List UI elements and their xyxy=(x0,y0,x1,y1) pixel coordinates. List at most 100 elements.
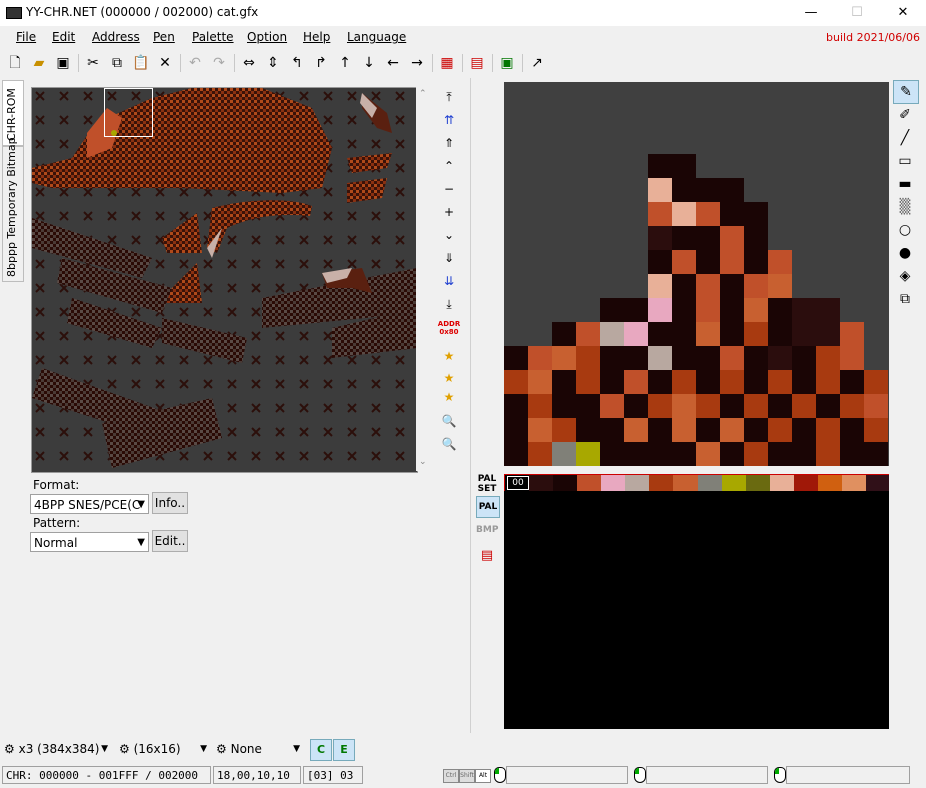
palette-swatch[interactable] xyxy=(841,475,866,491)
save-icon[interactable]: ▣ xyxy=(52,52,74,74)
ellipse-tool-icon[interactable]: ○ xyxy=(893,219,917,241)
palette-swatch[interactable] xyxy=(649,475,674,491)
paste-icon[interactable]: 📋 xyxy=(130,52,152,74)
pattern-fill-tool-icon[interactable]: ▒ xyxy=(893,196,917,218)
flip-vertical-icon[interactable]: ⇕ xyxy=(262,52,284,74)
menu-option[interactable]: Option xyxy=(247,30,287,44)
shift-up-icon[interactable]: ↑ xyxy=(334,52,356,74)
page-up-icon[interactable]: ⇑ xyxy=(437,132,461,154)
palette-swatch[interactable] xyxy=(577,475,602,491)
palette-swatch[interactable] xyxy=(529,475,554,491)
pattern-select[interactable]: Normal ▼ xyxy=(30,532,149,552)
byte-up-icon[interactable]: − xyxy=(437,178,461,200)
save-palette-icon[interactable]: ▣ xyxy=(496,52,518,74)
shift-right-icon[interactable]: → xyxy=(406,52,428,74)
palette-swatch[interactable] xyxy=(793,475,818,491)
palette-swatch[interactable] xyxy=(601,475,626,491)
menu-address[interactable]: Address xyxy=(92,30,140,44)
menu-palette[interactable]: Palette xyxy=(192,30,234,44)
close-button[interactable]: ✕ xyxy=(880,0,926,26)
palette-swatch[interactable] xyxy=(745,475,770,491)
open-folder-icon[interactable]: ▰ xyxy=(28,52,50,74)
bitmap-mode-button[interactable]: BMP xyxy=(476,520,498,540)
tile-pixel xyxy=(696,154,720,178)
goto-bottom-icon[interactable]: ⤓ xyxy=(437,293,461,315)
menu-edit[interactable]: Edit xyxy=(52,30,75,44)
minimize-button[interactable]: — xyxy=(788,0,834,26)
grid-select[interactable]: ⚙ (16x16) ▼ xyxy=(119,739,207,759)
pen-tool-icon[interactable]: ✎ xyxy=(893,80,919,104)
zoom-out-icon[interactable]: 🔍 xyxy=(437,433,461,455)
palette-strip[interactable]: 00 xyxy=(504,474,891,492)
palette-edit-icon[interactable]: ▤ xyxy=(476,546,498,566)
row-down-icon[interactable]: ⌄ xyxy=(437,224,461,246)
palette-swatch[interactable] xyxy=(721,475,746,491)
page-up-fast-icon[interactable]: ⇈ xyxy=(437,109,461,131)
bookmark-next-icon[interactable]: ★ xyxy=(437,386,461,408)
palette-edit-icon[interactable]: ▤ xyxy=(466,52,488,74)
menu-language[interactable]: Language xyxy=(347,30,406,44)
chr-view[interactable] xyxy=(31,87,418,473)
bookmark-add-icon[interactable]: ★ xyxy=(437,345,461,367)
format-select[interactable]: 4BPP SNES/PCE(C ▼ xyxy=(30,494,149,514)
page-down-fast-icon[interactable]: ⇊ xyxy=(437,270,461,292)
toggle-e-button[interactable]: E xyxy=(333,739,355,761)
page-down-icon[interactable]: ⇓ xyxy=(437,247,461,269)
delete-icon[interactable]: ✕ xyxy=(154,52,176,74)
rotate-right-icon[interactable]: ↱ xyxy=(310,52,332,74)
tile-pixel xyxy=(624,370,648,394)
tile-pixel xyxy=(816,226,840,250)
cut-icon[interactable]: ✂ xyxy=(82,52,104,74)
scroll-down-icon[interactable]: ⌄ xyxy=(419,457,427,467)
flip-horizontal-icon[interactable]: ⇔ xyxy=(238,52,260,74)
shift-left-icon[interactable]: ← xyxy=(382,52,404,74)
palette-set-button[interactable]: PAL SET xyxy=(476,474,498,494)
new-file-icon[interactable]: 🗋 xyxy=(4,52,26,74)
edit-view[interactable] xyxy=(504,82,889,466)
palette-swatch[interactable] xyxy=(769,475,794,491)
zoom-select[interactable]: ⚙ x3 (384x384) ▼ xyxy=(4,739,108,759)
info-button[interactable]: Info.. xyxy=(152,492,188,514)
maximize-button[interactable]: ☐ xyxy=(834,0,880,26)
redo-icon[interactable]: ↷ xyxy=(208,52,230,74)
fill-bucket-icon[interactable]: ◈ xyxy=(893,265,917,287)
popout-icon[interactable]: ↗ xyxy=(526,52,548,74)
scroll-up-icon[interactable]: ⌃ xyxy=(419,89,427,99)
rectangle-tool-icon[interactable]: ▭ xyxy=(893,150,917,172)
address-jump-button[interactable]: ADDR 0x80 xyxy=(437,320,461,340)
line-tool-icon[interactable]: ╱ xyxy=(893,127,917,149)
filled-rectangle-tool-icon[interactable]: ▬ xyxy=(893,173,917,195)
rotate-left-icon[interactable]: ↰ xyxy=(286,52,308,74)
tile-pixel xyxy=(864,130,888,154)
menu-file[interactable]: File xyxy=(16,30,36,44)
shift-down-icon[interactable]: ↓ xyxy=(358,52,380,74)
palette-swatch[interactable] xyxy=(865,475,890,491)
toggle-c-button[interactable]: C xyxy=(310,739,332,761)
menu-pen[interactable]: Pen xyxy=(153,30,175,44)
undo-icon[interactable]: ↶ xyxy=(184,52,206,74)
chr-scrollbar[interactable]: ⌃ ⌄ xyxy=(416,87,430,471)
row-up-icon[interactable]: ⌃ xyxy=(437,155,461,177)
byte-down-icon[interactable]: + xyxy=(437,201,461,223)
palette-swap-icon[interactable]: ▦ xyxy=(436,52,458,74)
tab-temporary-bitmap[interactable]: 8bppp Temporary Bitmap xyxy=(2,137,24,282)
zoom-in-icon[interactable]: 🔍 xyxy=(437,410,461,432)
palette-swatch[interactable] xyxy=(553,475,578,491)
palette-scrollbar[interactable] xyxy=(889,474,903,729)
copy-tile-icon[interactable]: ⧉ xyxy=(893,288,917,310)
copy-icon[interactable]: ⧉ xyxy=(106,52,128,74)
palette-swatch[interactable] xyxy=(625,475,650,491)
mode-select[interactable]: ⚙ None ▼ xyxy=(216,739,300,759)
palette-swatch[interactable] xyxy=(817,475,842,491)
chevron-down-icon: ▼ xyxy=(293,744,300,754)
tile-pixel xyxy=(744,106,768,130)
goto-top-icon[interactable]: ⤒ xyxy=(437,86,461,108)
menu-help[interactable]: Help xyxy=(303,30,330,44)
palette-swatch[interactable] xyxy=(673,475,698,491)
palette-view[interactable] xyxy=(504,491,889,729)
brush-tool-icon[interactable]: ✐ xyxy=(893,104,917,126)
palette-mode-button[interactable]: PAL xyxy=(476,496,500,518)
filled-ellipse-tool-icon[interactable]: ● xyxy=(893,242,917,264)
palette-swatch[interactable] xyxy=(697,475,722,491)
edit-pattern-button[interactable]: Edit.. xyxy=(152,530,188,552)
